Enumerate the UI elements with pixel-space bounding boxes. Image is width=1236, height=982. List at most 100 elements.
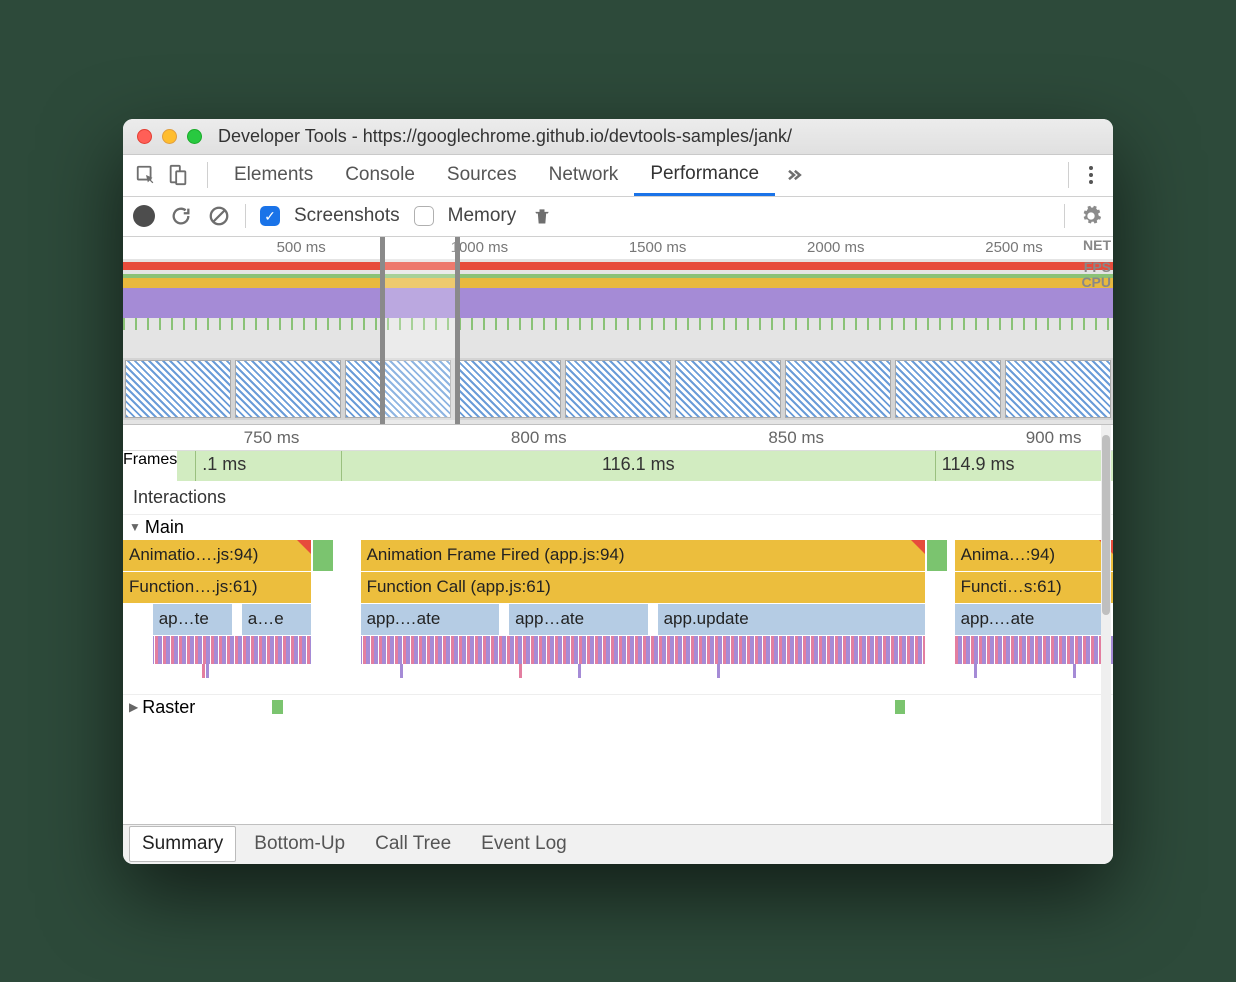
- flame-event[interactable]: [313, 540, 333, 571]
- divider: [207, 162, 208, 188]
- flame-app-update[interactable]: app…ate: [509, 604, 648, 635]
- flame-row: Animatio….js:94) Animation Frame Fired (…: [123, 540, 1113, 572]
- chevron-down-icon: ▼: [129, 520, 141, 534]
- frames-label: Frames: [123, 451, 177, 481]
- frame-segment[interactable]: .1 ms: [195, 451, 252, 481]
- inspect-icon[interactable]: [133, 162, 159, 188]
- performance-toolbar: ✓ Screenshots Memory: [123, 197, 1113, 237]
- more-tabs-icon[interactable]: [781, 162, 807, 188]
- flame-function-call[interactable]: Function Call (app.js:61): [361, 572, 925, 603]
- flame-layout-stripe[interactable]: [123, 636, 1113, 664]
- ruler-tick: 800 ms: [511, 428, 567, 448]
- flame-app-update[interactable]: a…e: [242, 604, 311, 635]
- main-header[interactable]: ▼ Main: [123, 515, 1113, 540]
- cpu-lane: CPU: [123, 274, 1113, 330]
- tab-elements[interactable]: Elements: [218, 155, 329, 196]
- screenshot-thumb[interactable]: [895, 360, 1001, 418]
- screenshot-thumb[interactable]: [235, 360, 341, 418]
- panel-tabbar: Elements Console Sources Network Perform…: [123, 155, 1113, 197]
- flame-app-update[interactable]: app.…ate: [361, 604, 500, 635]
- raster-header[interactable]: ▶ Raster: [123, 694, 1113, 720]
- flame-function-call[interactable]: Functi…s:61): [955, 572, 1113, 603]
- flame-row: ap…te a…e app.…ate app…ate app.update ap…: [123, 604, 1113, 636]
- tab-call-tree[interactable]: Call Tree: [363, 827, 463, 861]
- divider: [245, 204, 246, 228]
- ruler-tick: 2000 ms: [807, 239, 865, 256]
- trash-icon[interactable]: [530, 204, 554, 228]
- scrollbar-thumb[interactable]: [1102, 435, 1110, 615]
- tab-sources[interactable]: Sources: [431, 155, 533, 196]
- overview-ruler: 500 ms 1000 ms 1500 ms 2000 ms 2500 ms: [123, 237, 1113, 259]
- screenshot-thumb[interactable]: [1005, 360, 1111, 418]
- memory-label: Memory: [448, 205, 517, 227]
- chevron-right-icon: ▶: [129, 700, 138, 714]
- raster-label: Raster: [142, 697, 195, 718]
- frames-track[interactable]: Frames .1 ms 116.1 ms 114.9 ms: [123, 451, 1113, 481]
- ruler-tick: 750 ms: [244, 428, 300, 448]
- devtools-window: Developer Tools - https://googlechrome.g…: [123, 119, 1113, 864]
- divider: [1064, 204, 1065, 228]
- timeline-detail: 750 ms 800 ms 850 ms 900 ms Frames .1 ms…: [123, 425, 1113, 824]
- tab-event-log[interactable]: Event Log: [469, 827, 579, 861]
- screenshot-thumb[interactable]: [125, 360, 231, 418]
- interactions-track[interactable]: Interactions: [123, 481, 1113, 515]
- raster-tick: [895, 700, 905, 714]
- titlebar[interactable]: Developer Tools - https://googlechrome.g…: [123, 119, 1113, 155]
- screenshot-strip: [123, 358, 1113, 420]
- tab-bottom-up[interactable]: Bottom-Up: [242, 827, 357, 861]
- cpu-label: CPU: [1081, 274, 1111, 290]
- ruler-tick: 900 ms: [1026, 428, 1082, 448]
- maximize-icon[interactable]: [187, 129, 202, 144]
- ruler-tick: 1500 ms: [629, 239, 687, 256]
- flame-app-update[interactable]: app.update: [658, 604, 925, 635]
- fps-lane: FPS: [123, 259, 1113, 274]
- screenshot-thumb[interactable]: [455, 360, 561, 418]
- tab-performance[interactable]: Performance: [634, 155, 775, 196]
- minimize-icon[interactable]: [162, 129, 177, 144]
- screenshots-label: Screenshots: [294, 205, 400, 227]
- settings-menu-icon[interactable]: [1079, 166, 1103, 184]
- flame-sparse-row: [123, 664, 1113, 694]
- flame-app-update[interactable]: ap…te: [153, 604, 232, 635]
- net-lane: NET: [123, 330, 1113, 358]
- frame-segment[interactable]: 114.9 ms: [935, 451, 1113, 481]
- device-toggle-icon[interactable]: [165, 162, 191, 188]
- screenshot-thumb[interactable]: [565, 360, 671, 418]
- tab-network[interactable]: Network: [533, 155, 635, 196]
- tab-summary[interactable]: Summary: [129, 826, 236, 862]
- traffic-lights: [137, 129, 202, 144]
- ruler-tick: 2500 ms: [985, 239, 1043, 256]
- timeline-overview[interactable]: 500 ms 1000 ms 1500 ms 2000 ms 2500 ms F…: [123, 237, 1113, 425]
- divider: [1068, 162, 1069, 188]
- detail-ruler: 750 ms 800 ms 850 ms 900 ms: [123, 425, 1113, 451]
- flame-function-call[interactable]: Function….js:61): [123, 572, 311, 603]
- main-label: Main: [145, 517, 184, 538]
- flame-animation-frame[interactable]: Animatio….js:94): [123, 540, 311, 571]
- frame-segment[interactable]: 116.1 ms: [341, 451, 935, 481]
- screenshots-checkbox[interactable]: ✓: [260, 206, 280, 226]
- clear-icon[interactable]: [207, 204, 231, 228]
- detail-tabs: Summary Bottom-Up Call Tree Event Log: [123, 824, 1113, 864]
- net-label: NET: [1083, 237, 1111, 253]
- window-title: Developer Tools - https://googlechrome.g…: [218, 126, 792, 147]
- main-track: ▼ Main Animatio….js:94) Animation Frame …: [123, 515, 1113, 720]
- flame-event[interactable]: [927, 540, 947, 571]
- interactions-label: Interactions: [123, 483, 236, 512]
- reload-icon[interactable]: [169, 204, 193, 228]
- memory-checkbox[interactable]: [414, 206, 434, 226]
- raster-tick: [272, 700, 284, 714]
- flame-row: Function….js:61) Function Call (app.js:6…: [123, 572, 1113, 604]
- vertical-scrollbar[interactable]: [1101, 425, 1111, 824]
- ruler-tick: 500 ms: [277, 239, 326, 256]
- screenshot-thumb[interactable]: [785, 360, 891, 418]
- fps-label: FPS: [1084, 259, 1111, 275]
- flame-animation-frame[interactable]: Animation Frame Fired (app.js:94): [361, 540, 925, 571]
- overview-selection-handle[interactable]: [380, 237, 459, 424]
- close-icon[interactable]: [137, 129, 152, 144]
- tab-console[interactable]: Console: [329, 155, 431, 196]
- screenshot-thumb[interactable]: [675, 360, 781, 418]
- record-button[interactable]: [133, 205, 155, 227]
- flame-animation-frame[interactable]: Anima…:94): [955, 540, 1113, 571]
- flame-app-update[interactable]: app.…ate: [955, 604, 1104, 635]
- gear-icon[interactable]: [1079, 204, 1103, 228]
